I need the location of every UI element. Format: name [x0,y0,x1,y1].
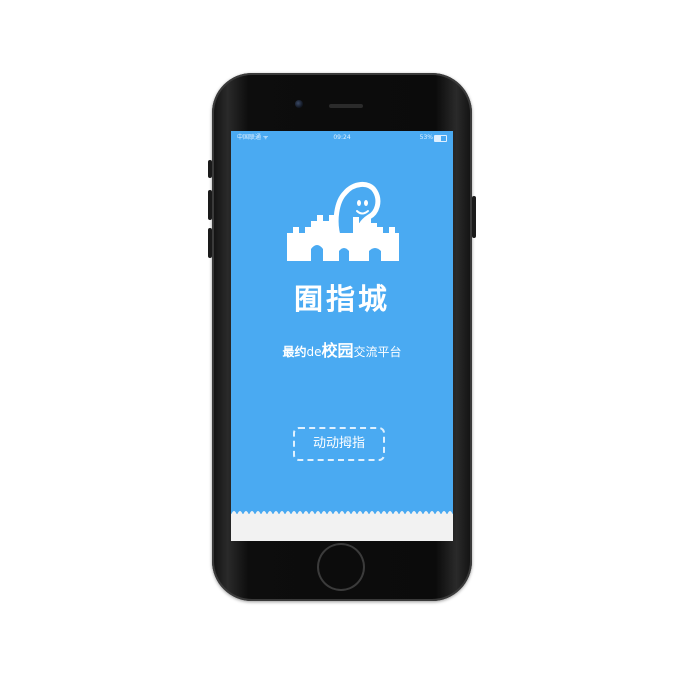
volume-down-button [208,228,212,258]
slogan-part-4: 校园 [321,341,354,360]
app-screen: 中国联通 ᯤ 09:24 53% 囿指城 最约de校园交流平台 动动拇指 [231,131,453,541]
slogan-part-1: 最 [282,345,295,359]
start-button[interactable]: 动动拇指 [293,427,385,461]
slogan-part-5: 交流平台 [353,345,402,359]
app-brand-title: 囿指城 [293,282,390,316]
front-camera [295,100,303,108]
volume-up-button [208,190,212,220]
castle-logo-icon [287,182,399,261]
power-button [472,196,476,238]
home-button[interactable] [317,543,365,591]
status-bar: 中国联通 ᯤ 09:24 53% [231,131,453,145]
earpiece-speaker [329,104,363,108]
battery-icon [434,135,447,142]
footer-strip [231,514,453,541]
status-battery-percent: 53% [419,134,433,141]
app-slogan: 最约de校园交流平台 [231,337,453,361]
slogan-part-3: de [306,345,322,359]
slogan-part-2: 约 [294,345,307,359]
mute-switch [208,160,212,178]
battery-fill [435,136,441,141]
